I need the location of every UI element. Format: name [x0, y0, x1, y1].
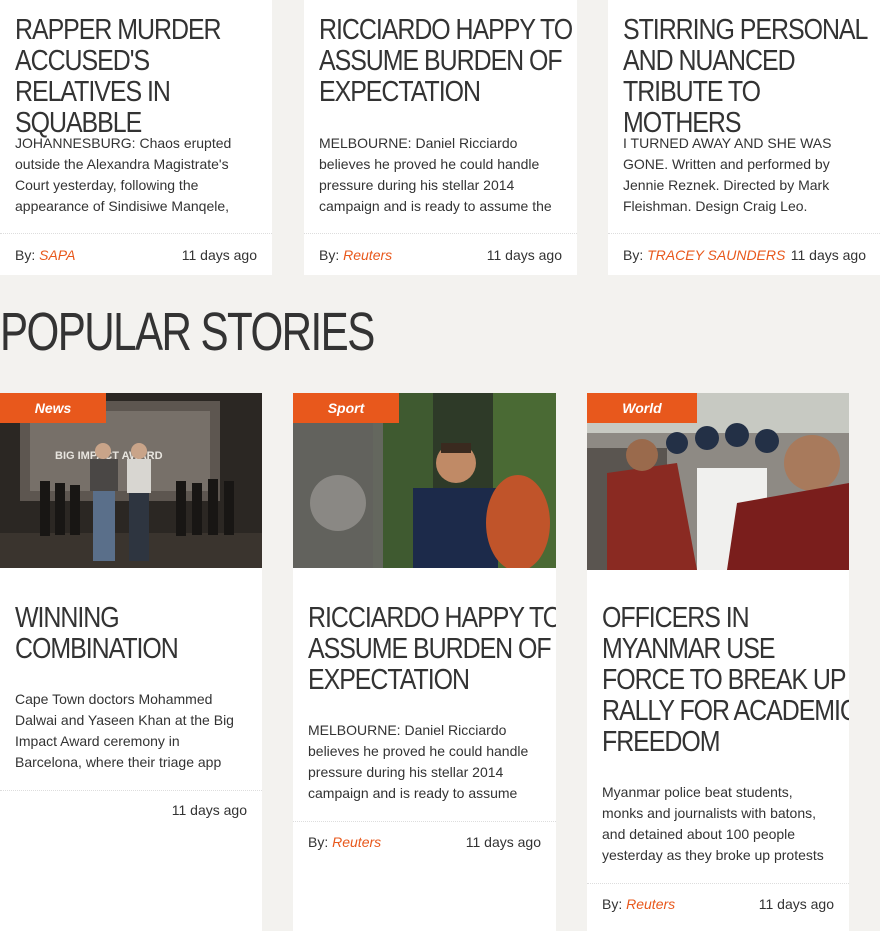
category-tag-sport[interactable]: Sport — [293, 393, 399, 423]
byline: By: Reuters — [308, 834, 381, 850]
article-title[interactable]: OFFICERS IN MYANMAR USE FORCE TO BREAK U… — [602, 603, 849, 758]
by-label: By: — [319, 247, 340, 263]
award-ceremony-image[interactable]: BIG IMPACT AWARD News — [0, 393, 262, 568]
article-meta: By: Reuters 11 days ago — [587, 883, 849, 926]
popular-card-winning[interactable]: BIG IMPACT AWARD News WINNING COMBINATIO… — [0, 393, 262, 931]
myanmar-image[interactable]: World — [587, 393, 849, 570]
popular-card-myanmar[interactable]: World OFFICERS IN MYANMAR USE FORCE TO B… — [587, 393, 849, 931]
article-excerpt: Cape Town doctors Mohammed Dalwai and Ya… — [15, 691, 234, 770]
by-label: By: — [623, 247, 644, 263]
article-excerpt: MELBOURNE: Daniel Ricciardo believes he … — [308, 722, 529, 801]
article-title[interactable]: RICCIARDO HAPPY TO ASSUME BURDEN OF EXPE… — [319, 15, 577, 108]
byline: By: SAPA — [15, 247, 75, 263]
article-excerpt: JOHANNESBURG: Chaos erupted outside the … — [15, 135, 232, 214]
article-meta: By: Reuters 11 days ago — [293, 821, 556, 864]
timestamp: 11 days ago — [486, 247, 562, 263]
author-link[interactable]: TRACEY SAUNDERS — [647, 247, 785, 263]
by-label: By: — [15, 247, 36, 263]
article-card-ricciardo[interactable]: RICCIARDO HAPPY TO ASSUME BURDEN OF EXPE… — [304, 0, 577, 275]
author-link[interactable]: Reuters — [332, 834, 381, 850]
popular-stories-heading: POPULAR STORIES — [0, 302, 375, 362]
author-link[interactable]: Reuters — [626, 896, 675, 912]
category-tag-news[interactable]: News — [0, 393, 106, 423]
timestamp: 11 days ago — [758, 896, 834, 912]
timestamp: 11 days ago — [465, 834, 541, 850]
popular-card-ricciardo[interactable]: Sport RICCIARDO HAPPY TO ASSUME BURDEN O… — [293, 393, 556, 931]
article-title[interactable]: RICCIARDO HAPPY TO ASSUME BURDEN OF EXPE… — [308, 603, 556, 696]
author-link[interactable]: SAPA — [39, 247, 75, 263]
article-meta: By: TRACEY SAUNDERS 11 days ago — [608, 233, 880, 275]
category-tag-world[interactable]: World — [587, 393, 697, 423]
article-title[interactable]: WINNING COMBINATION — [15, 603, 262, 665]
timestamp: 11 days ago — [790, 247, 866, 263]
article-excerpt: Myanmar police beat students, monks and … — [602, 784, 824, 863]
article-title[interactable]: RAPPER MURDER ACCUSED'S RELATIVES IN SQU… — [15, 15, 272, 139]
article-meta: 11 days ago — [0, 790, 262, 833]
timestamp: 11 days ago — [171, 802, 247, 818]
article-excerpt: I TURNED AWAY AND SHE WAS GONE. Written … — [623, 135, 832, 214]
article-meta: By: Reuters 11 days ago — [304, 233, 577, 275]
ricciardo-image[interactable]: Sport — [293, 393, 556, 568]
author-link[interactable]: Reuters — [343, 247, 392, 263]
by-label: By: — [308, 834, 329, 850]
timestamp: 11 days ago — [181, 247, 257, 263]
article-meta: By: SAPA 11 days ago — [0, 233, 272, 275]
byline: By: Reuters — [319, 247, 392, 263]
byline: By: TRACEY SAUNDERS — [623, 247, 785, 263]
article-card-rapper[interactable]: RAPPER MURDER ACCUSED'S RELATIVES IN SQU… — [0, 0, 272, 275]
article-card-tribute[interactable]: STIRRING PERSONAL AND NUANCED TRIBUTE TO… — [608, 0, 880, 275]
article-title[interactable]: STIRRING PERSONAL AND NUANCED TRIBUTE TO… — [623, 15, 880, 139]
byline: By: Reuters — [602, 896, 675, 912]
by-label: By: — [602, 896, 623, 912]
article-excerpt: MELBOURNE: Daniel Ricciardo believes he … — [319, 135, 552, 214]
